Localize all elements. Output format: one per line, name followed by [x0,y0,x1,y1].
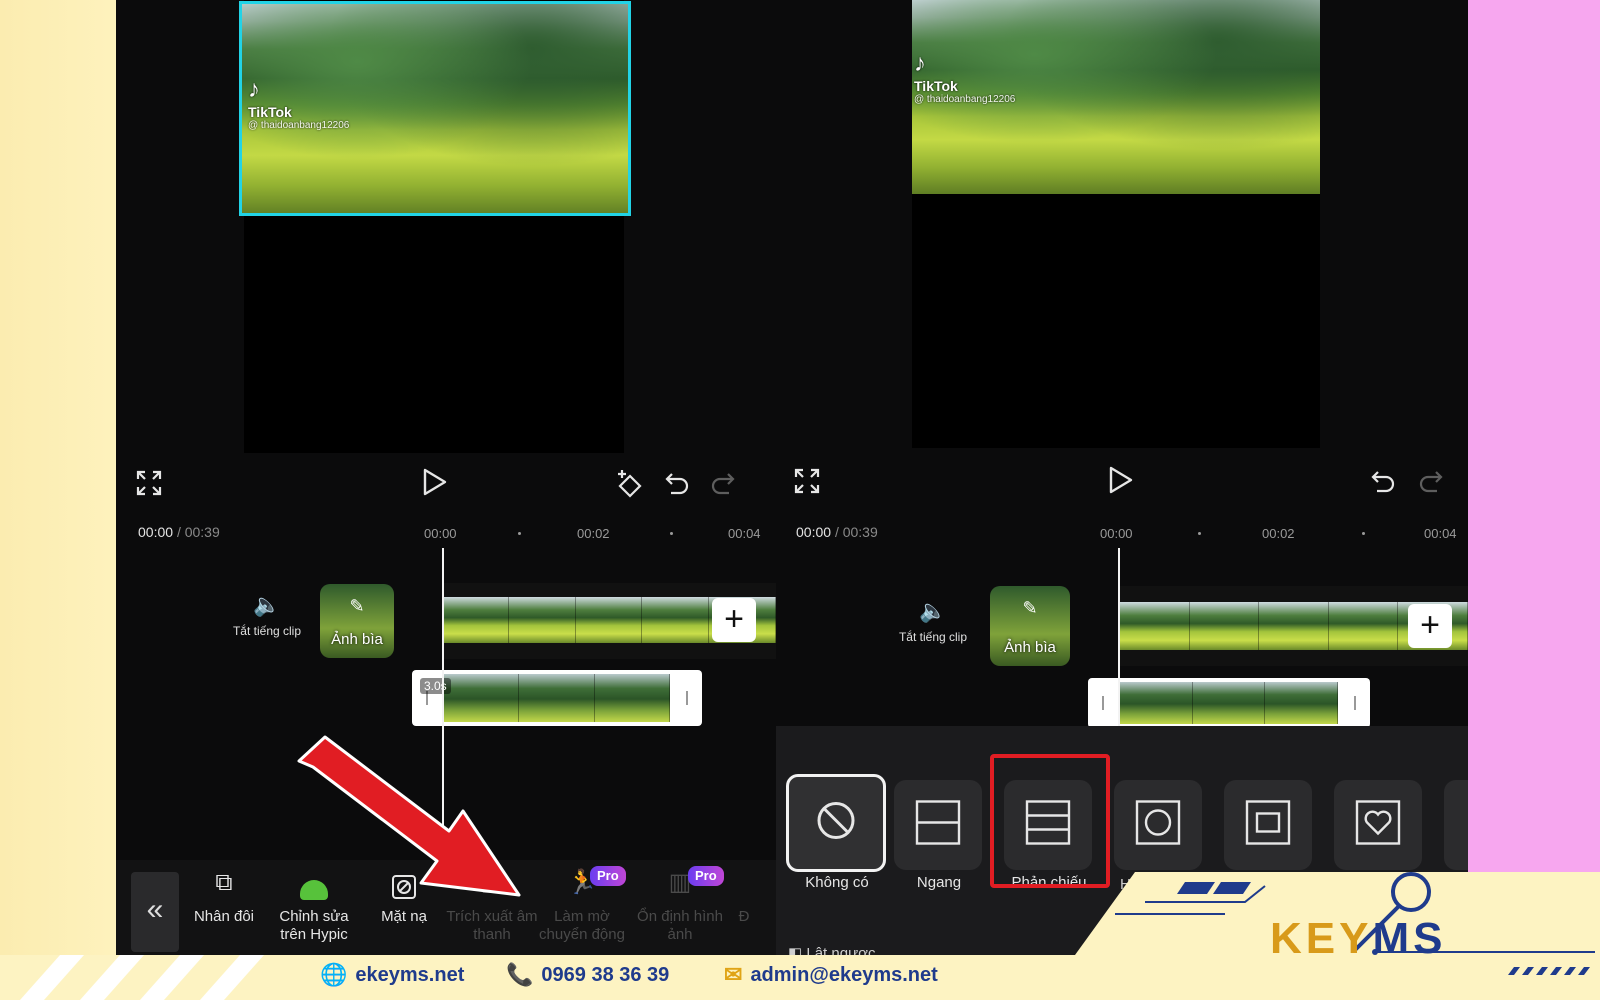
edit-icon: ✎ [1022,598,1038,618]
phone-contact[interactable]: 📞 0969 38 36 39 [506,962,669,988]
mask-label: Ngang [916,874,962,891]
ruler-label: 00:04 [1424,526,1457,541]
play-icon[interactable] [422,468,448,501]
mask-option-none[interactable] [786,774,886,872]
undo-icon[interactable] [664,470,690,501]
play-icon[interactable] [1108,466,1134,499]
fullscreen-icon[interactable] [794,468,820,499]
trim-handle-right[interactable] [686,691,688,705]
cover-button[interactable]: ✎ Ảnh bìa [990,586,1070,666]
time-display: 00:00 / 00:39 [138,524,220,540]
left-editor-panel: ♪ TikTok @ thaidoanbang12206 00:00 / 00:… [116,0,776,1000]
ruler-label: 00:04 [728,526,761,541]
pro-badge: Pro [688,866,724,886]
cover-button[interactable]: ✎ Ảnh bìa [320,584,394,658]
horizontal-icon [915,800,961,851]
background-right [1468,0,1600,1000]
tool-motion-blur[interactable]: Pro 🏃 Làm mờ chuyển động [536,866,628,944]
mask-option-heart[interactable] [1334,780,1422,870]
stripe-decoration-icon [1508,967,1590,975]
keyframe-icon[interactable] [616,468,648,503]
tiktok-icon: ♪ [914,50,926,77]
ruler-label: 00:02 [577,526,610,541]
add-clip-button[interactable]: + [712,598,756,642]
stripe-decoration-icon [20,955,264,1000]
globe-icon: 🌐 [320,962,348,987]
tiktok-watermark: ♪ TikTok @ thaidoanbang12206 [248,76,350,131]
mail-icon: ✉ [724,962,743,987]
heart-icon [1355,800,1401,851]
mute-clip-button[interactable]: 🔈 Tắt tiếng clip [222,592,312,638]
email-contact[interactable]: ✉ admin@ekeyms.net [724,962,938,988]
website-contact[interactable]: 🌐 ekeyms.net [320,962,464,988]
tool-partial[interactable]: Đ [724,874,764,926]
pro-badge: Pro [590,866,626,886]
right-editor-panel: ♪ TikTok @ thaidoanbang12206 00:00 / 00:… [776,0,1468,1000]
circle-icon [1135,800,1181,851]
highlight-box [990,754,1110,888]
tool-duplicate[interactable]: ⧉ Nhân đôi [178,869,270,926]
mask-option-more[interactable] [1444,780,1468,870]
none-icon [815,800,857,847]
video-frame[interactable]: ♪ TikTok @ thaidoanbang12206 [239,1,631,216]
duplicate-icon: ⧉ [215,869,233,896]
edit-icon: ✎ [349,596,365,616]
ruler-label: 00:02 [1262,526,1295,541]
video-preview: ♪ TikTok @ thaidoanbang12206 [912,0,1320,448]
tool-stabilize[interactable]: Pro ▥ Ổn định hình ảnh [634,866,726,944]
speaker-icon: 🔈 [919,598,947,623]
overlay-clip[interactable]: 3.0s [412,670,702,726]
redo-icon[interactable] [1418,468,1444,499]
collapse-toolbar-button[interactable]: « [131,872,179,952]
mask-option-horizontal[interactable] [894,780,982,870]
trim-handle-left[interactable] [1102,696,1104,710]
tiktok-watermark: ♪ TikTok @ thaidoanbang12206 [914,50,1016,105]
red-arrow-icon [297,735,521,897]
mute-clip-button[interactable]: 🔈 Tắt tiếng clip [886,598,980,644]
ruler-label: 00:00 [1100,526,1133,541]
mask-option-circle[interactable] [1114,780,1202,870]
overlay-clip[interactable] [1088,678,1370,728]
rectangle-icon [1245,800,1291,851]
trim-handle-right[interactable] [1354,696,1356,710]
add-clip-button[interactable]: + [1408,604,1452,648]
playhead[interactable] [1118,548,1120,728]
time-display: 00:00 / 00:39 [796,524,878,540]
mask-option-rectangle[interactable] [1224,780,1312,870]
ruler-label: 00:00 [424,526,457,541]
clip-duration: 3.0s [420,678,451,694]
background-left [0,0,116,1000]
speaker-icon: 🔈 [253,592,281,617]
video-frame[interactable]: ♪ TikTok @ thaidoanbang12206 [912,0,1320,194]
tiktok-icon: ♪ [248,76,260,103]
undo-icon[interactable] [1370,468,1396,499]
phone-icon: 📞 [506,962,534,987]
mask-label: Không có [805,874,869,891]
redo-icon[interactable] [710,470,736,501]
video-preview: ♪ TikTok @ thaidoanbang12206 [239,0,631,453]
fullscreen-icon[interactable] [136,470,162,501]
